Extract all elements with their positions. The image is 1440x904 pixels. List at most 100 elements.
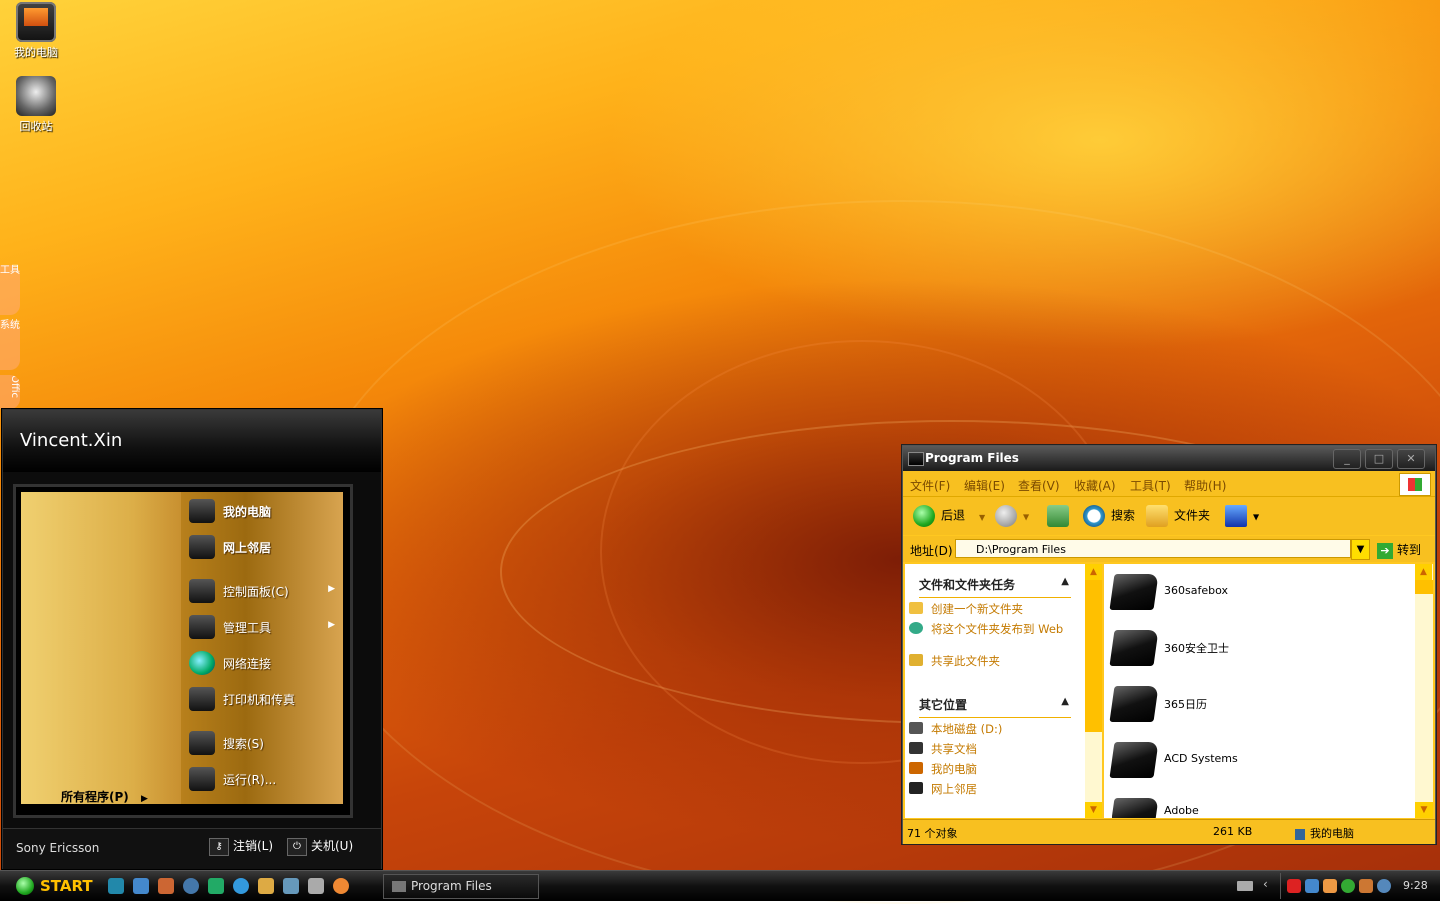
- folder-name: 365日历: [1164, 698, 1207, 711]
- taskbar-button-explorer[interactable]: Program Files: [383, 874, 539, 899]
- folder-name: 360safebox: [1164, 584, 1228, 597]
- folder-item[interactable]: 365日历: [1109, 680, 1402, 728]
- quicklaunch-tools-icon[interactable]: [258, 878, 274, 894]
- network-places-icon: [189, 535, 215, 559]
- logoff-button[interactable]: ⚷ 注销(L): [209, 837, 273, 857]
- search-button[interactable]: 搜索: [1083, 505, 1135, 529]
- start-item-label: 网络连接: [223, 657, 272, 671]
- views-button[interactable]: ▼: [1225, 505, 1259, 529]
- start-label: START: [40, 877, 93, 895]
- update-tray-icon[interactable]: [1341, 879, 1355, 893]
- quicklaunch-app-icon[interactable]: [158, 878, 174, 894]
- start-menu-header: Vincent.Xin: [3, 410, 381, 472]
- minimize-button[interactable]: _: [1333, 449, 1361, 469]
- go-button[interactable]: ➔ 转到: [1377, 541, 1421, 559]
- close-button[interactable]: ✕: [1397, 449, 1425, 469]
- quicklaunch-browser-icon[interactable]: [233, 878, 249, 894]
- quicklaunch-calc-icon[interactable]: [283, 878, 299, 894]
- start-item-label: 搜索(S): [223, 737, 264, 751]
- antivirus-tray-icon[interactable]: [1287, 879, 1301, 893]
- scroll-down-icon[interactable]: ▼: [1085, 802, 1102, 818]
- maximize-button[interactable]: □: [1365, 449, 1393, 469]
- start-item-admin-tools[interactable]: 管理工具 ▶: [185, 612, 337, 642]
- place-my-computer[interactable]: 我的电脑: [909, 762, 1071, 776]
- task-new-folder[interactable]: 创建一个新文件夹: [909, 602, 1071, 616]
- network-places-icon: [909, 782, 923, 794]
- run-icon: [189, 767, 215, 791]
- quicklaunch-media-icon[interactable]: [308, 878, 324, 894]
- start-menu: Vincent.Xin 所有程序(P) ▶ 我的电脑 网上邻居 控制面板(C) ▶…: [2, 409, 382, 869]
- place-shared-docs[interactable]: 共享文档: [909, 742, 1071, 756]
- folder-item[interactable]: 360安全卫士: [1109, 624, 1402, 672]
- menu-file[interactable]: 文件(F): [910, 477, 950, 494]
- tasks-panel-header[interactable]: 文件和文件夹任务 ▲: [919, 576, 1071, 598]
- menu-bar: 文件(F) 编辑(E) 查看(V) 收藏(A) 工具(T) 帮助(H): [903, 471, 1435, 496]
- forward-button[interactable]: ▼: [995, 505, 1029, 529]
- quicklaunch-google-icon[interactable]: [208, 878, 224, 894]
- up-folder-icon: [1047, 505, 1069, 527]
- start-item-my-computer[interactable]: 我的电脑: [185, 496, 337, 526]
- desktop-icon-my-computer[interactable]: 我的电脑: [1, 2, 71, 60]
- task-publish-web[interactable]: 将这个文件夹发布到 Web: [909, 622, 1071, 636]
- app-tray-icon[interactable]: [1359, 879, 1373, 893]
- quicklaunch-ie-icon[interactable]: [108, 878, 124, 894]
- folder-icon: [1112, 798, 1159, 818]
- start-item-search[interactable]: 搜索(S): [185, 728, 337, 758]
- quicklaunch-desktop-icon[interactable]: [133, 878, 149, 894]
- scroll-thumb[interactable]: [1415, 580, 1433, 594]
- folder-item[interactable]: Adobe: [1112, 792, 1402, 818]
- keyboard-icon[interactable]: [1237, 881, 1253, 891]
- scroll-up-icon[interactable]: ▲: [1085, 564, 1102, 580]
- chevron-down-icon: ▼: [1356, 544, 1365, 555]
- folder-icon: [1109, 574, 1159, 610]
- task-pane-scrollbar[interactable]: ▲ ▼: [1085, 564, 1102, 818]
- up-folder-button[interactable]: [1047, 505, 1075, 529]
- folders-icon: [1146, 505, 1168, 527]
- place-network[interactable]: 网上邻居: [909, 782, 1071, 796]
- all-programs-label: 所有程序(P): [61, 790, 129, 804]
- start-item-control-panel[interactable]: 控制面板(C) ▶: [185, 576, 337, 606]
- start-button[interactable]: START: [10, 874, 93, 898]
- start-item-network-connections[interactable]: 网络连接: [185, 648, 337, 678]
- folder-item[interactable]: ACD Systems: [1109, 736, 1402, 784]
- messenger-tray-icon[interactable]: [1377, 879, 1391, 893]
- start-menu-footer: Sony Ericsson ⚷ 注销(L) ⏻ 关机(U): [3, 828, 381, 869]
- folder-item[interactable]: 360safebox: [1109, 568, 1402, 616]
- all-programs-button[interactable]: 所有程序(P) ▶: [61, 788, 148, 805]
- address-input[interactable]: D:\Program Files: [955, 539, 1351, 558]
- tray-expand-icon[interactable]: ‹: [1263, 877, 1268, 891]
- logoff-label: 注销(L): [233, 839, 274, 853]
- start-item-printers[interactable]: 打印机和传真: [185, 684, 337, 714]
- menu-favorites[interactable]: 收藏(A): [1074, 477, 1116, 494]
- quicklaunch-messenger-icon[interactable]: [183, 878, 199, 894]
- start-menu-right-pane: 我的电脑 网上邻居 控制面板(C) ▶ 管理工具 ▶ 网络连接 打印机和传真 搜索(…: [181, 492, 343, 804]
- side-tab-office[interactable]: Offic: [0, 375, 20, 409]
- back-button[interactable]: 后退 ▼: [913, 505, 985, 529]
- scroll-thumb[interactable]: [1085, 580, 1102, 732]
- shutdown-button[interactable]: ⏻ 关机(U): [287, 837, 353, 857]
- security-tray-icon[interactable]: [1323, 879, 1337, 893]
- places-panel-header[interactable]: 其它位置 ▲: [919, 696, 1071, 718]
- side-tab-tools[interactable]: 工具: [0, 265, 20, 315]
- start-item-run[interactable]: 运行(R)...: [185, 764, 337, 794]
- place-local-disk[interactable]: 本地磁盘 (D:): [909, 722, 1071, 736]
- window-titlebar[interactable]: Program Files _ □ ✕: [903, 446, 1435, 471]
- side-tab-system[interactable]: 系统: [0, 320, 20, 370]
- start-item-network-places[interactable]: 网上邻居: [185, 532, 337, 562]
- menu-edit[interactable]: 编辑(E): [964, 477, 1005, 494]
- address-dropdown[interactable]: ▼: [1351, 539, 1370, 560]
- quicklaunch-player-icon[interactable]: [333, 878, 349, 894]
- network-tray-icon[interactable]: [1305, 879, 1319, 893]
- folders-button[interactable]: 文件夹: [1146, 505, 1210, 529]
- menu-tools[interactable]: 工具(T): [1130, 477, 1171, 494]
- my-computer-icon: [1295, 828, 1305, 840]
- task-share-folder[interactable]: 共享此文件夹: [909, 654, 1071, 668]
- menu-help[interactable]: 帮助(H): [1184, 477, 1226, 494]
- file-list-scrollbar[interactable]: ▲ ▼: [1415, 564, 1433, 818]
- desktop-icon-recycle-bin[interactable]: 回收站: [1, 76, 71, 134]
- place-label: 我的电脑: [931, 762, 977, 776]
- menu-view[interactable]: 查看(V): [1018, 477, 1060, 494]
- task-label: 创建一个新文件夹: [931, 602, 1023, 616]
- scroll-down-icon[interactable]: ▼: [1415, 802, 1433, 818]
- scroll-up-icon[interactable]: ▲: [1415, 564, 1432, 580]
